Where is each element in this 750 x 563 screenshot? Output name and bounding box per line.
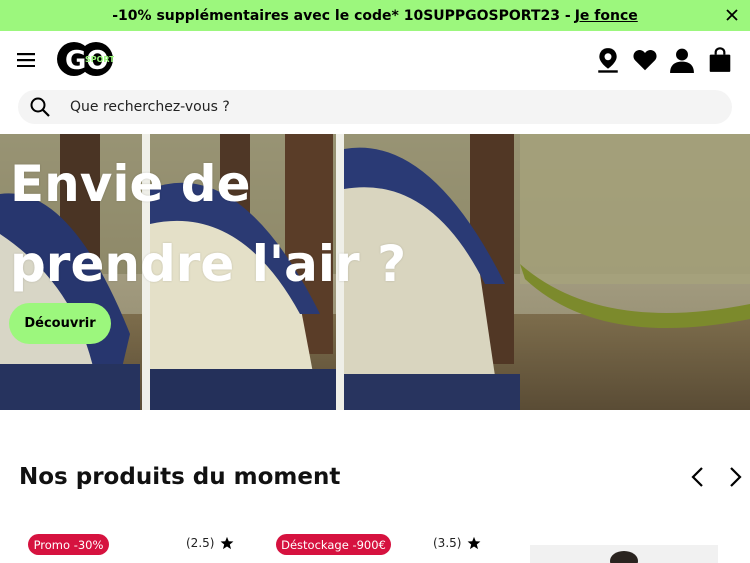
rating-value: (3.5)	[433, 536, 462, 550]
product-rating: (3.5)	[433, 536, 481, 550]
search-placeholder: Que recherchez-vous ?	[70, 99, 230, 115]
promo-banner: -10% supplémentaires avec le code* 10SUP…	[0, 0, 750, 31]
menu-icon[interactable]	[17, 53, 35, 67]
promo-badge: Promo -30%	[28, 534, 109, 555]
hero-title-line2: prendre l'air ?	[10, 235, 407, 293]
logo-sub: SPORT	[85, 55, 114, 64]
store-locator-icon[interactable]	[595, 47, 621, 73]
account-user-icon[interactable]	[669, 47, 695, 73]
wishlist-heart-icon[interactable]	[632, 47, 658, 73]
go-sport-logo[interactable]: GO SPORT	[56, 41, 114, 77]
search-icon[interactable]	[30, 97, 50, 117]
site-header: GO SPORT	[0, 31, 750, 89]
rating-value: (2.5)	[186, 536, 215, 550]
star-icon	[468, 536, 481, 550]
promo-text: -10% supplémentaires avec le code* 10SUP…	[112, 7, 571, 24]
close-icon[interactable]	[724, 7, 740, 23]
product-rating: (2.5)	[186, 536, 234, 550]
hero-title-line1: Envie de	[10, 155, 251, 213]
promo-link[interactable]: Je fonce	[575, 8, 638, 24]
hero-title: Envie de prendre l'air ?	[10, 144, 406, 304]
clearance-badge: Déstockage -900€	[276, 534, 391, 555]
section-title: Nos produits du moment	[19, 464, 341, 490]
chevron-right-icon[interactable]	[725, 466, 745, 488]
star-icon	[221, 536, 234, 550]
hero-banner[interactable]: Envie de prendre l'air ? Découvrir	[0, 134, 750, 410]
discover-button[interactable]: Découvrir	[9, 303, 111, 344]
shopping-bag-icon[interactable]	[707, 47, 733, 73]
product-image[interactable]	[530, 545, 718, 563]
chevron-left-icon[interactable]	[688, 466, 708, 488]
product-photo	[610, 551, 638, 563]
search-bar[interactable]: Que recherchez-vous ?	[18, 90, 732, 124]
